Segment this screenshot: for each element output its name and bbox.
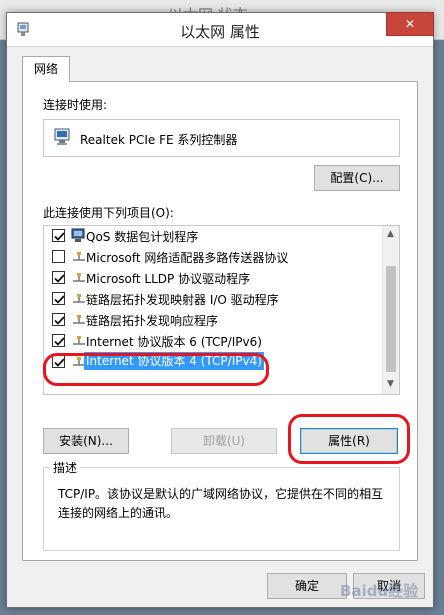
ok-button-label: 确定	[294, 579, 319, 593]
checkbox-checked[interactable]	[52, 313, 65, 326]
ok-button[interactable]: 确定	[267, 573, 347, 599]
items-list-label: 此连接使用下列项目(O):	[43, 206, 174, 220]
close-button[interactable]: ✕	[386, 12, 434, 36]
adapter-name: Realtek PCIe FE 系列控制器	[80, 133, 238, 147]
properties-dialog: 以太网 属性 ✕ 网络 连接时使用: Realtek PCIe FE 系列控制器…	[6, 12, 434, 608]
tab-network[interactable]: 网络	[22, 56, 70, 82]
scrollbar-thumb[interactable]	[386, 266, 396, 372]
components-list[interactable]: QoS 数据包计划程序 Microsoft 网络适配器多路传送器协议 Micro…	[43, 225, 400, 395]
protocol-icon	[73, 336, 85, 345]
qos-icon	[71, 228, 85, 242]
list-item-label: 链路层拓扑发现响应程序	[86, 314, 219, 328]
properties-button[interactable]: 属性(R)	[300, 428, 398, 454]
close-icon: ✕	[404, 17, 416, 31]
scroll-up-arrow-icon[interactable]: ▲	[387, 229, 394, 239]
list-item-label: Microsoft 网络适配器多路传送器协议	[86, 251, 289, 265]
list-item-label: Microsoft LLDP 协议驱动程序	[86, 272, 251, 286]
tab-panel-network: 连接时使用: Realtek PCIe FE 系列控制器 配置(C)... 此连…	[22, 81, 418, 561]
list-item-label: Internet 协议版本 4 (TCP/IPv4)	[84, 352, 264, 370]
checkbox-unchecked[interactable]	[52, 250, 65, 263]
list-item[interactable]: Microsoft LLDP 协议驱动程序	[44, 267, 384, 288]
scroll-down-arrow-icon[interactable]: ▼	[387, 379, 394, 389]
connect-using-label: 连接时使用:	[43, 98, 108, 112]
install-button-label: 安装(N)...	[59, 434, 113, 448]
watermark-logo: Baidu经验	[340, 582, 419, 600]
description-legend: 描述	[50, 459, 81, 476]
checkbox-checked[interactable]	[52, 334, 65, 347]
protocol-icon	[73, 294, 85, 303]
list-scrollbar[interactable]: ▲ ▼	[382, 226, 399, 394]
list-item[interactable]: 链路层拓扑发现响应程序	[44, 309, 384, 330]
checkbox-checked[interactable]	[52, 355, 65, 368]
list-item-label: 链路层拓扑发现映射器 I/O 驱动程序	[86, 293, 279, 307]
list-item-label: QoS 数据包计划程序	[86, 230, 199, 244]
adapter-box: Realtek PCIe FE 系列控制器	[43, 119, 400, 157]
install-button[interactable]: 安装(N)...	[43, 428, 129, 454]
protocol-icon	[73, 315, 85, 324]
title-bar: 以太网 属性 ✕	[7, 12, 434, 47]
uninstall-button: 卸载(U)	[171, 428, 277, 454]
configure-button-label: 配置(C)...	[330, 171, 384, 185]
protocol-icon	[73, 273, 85, 282]
properties-button-label: 属性(R)	[328, 434, 370, 448]
list-item[interactable]: QoS 数据包计划程序	[44, 226, 384, 246]
description-group: 描述 TCP/IP。该协议是默认的广域网络协议，它提供在不同的相互连接的网络上的…	[43, 459, 400, 551]
checkbox-checked[interactable]	[52, 229, 65, 242]
list-item-label: Internet 协议版本 6 (TCP/IPv6)	[86, 335, 262, 349]
dialog-title: 以太网 属性	[180, 23, 260, 41]
description-text: TCP/IP。该协议是默认的广域网络协议，它提供在不同的相互连接的网络上的通讯。	[58, 487, 384, 520]
checkbox-checked[interactable]	[52, 271, 65, 284]
list-item-selected[interactable]: Internet 协议版本 4 (TCP/IPv4)	[44, 351, 384, 372]
uninstall-button-label: 卸载(U)	[202, 434, 246, 448]
checkbox-checked[interactable]	[52, 292, 65, 305]
list-item[interactable]: Microsoft 网络适配器多路传送器协议	[44, 246, 384, 267]
list-item[interactable]: Internet 协议版本 6 (TCP/IPv6)	[44, 330, 384, 351]
protocol-icon	[73, 252, 85, 261]
network-card-icon	[54, 128, 70, 145]
list-item[interactable]: 链路层拓扑发现映射器 I/O 驱动程序	[44, 288, 384, 309]
configure-button[interactable]: 配置(C)...	[314, 165, 400, 191]
